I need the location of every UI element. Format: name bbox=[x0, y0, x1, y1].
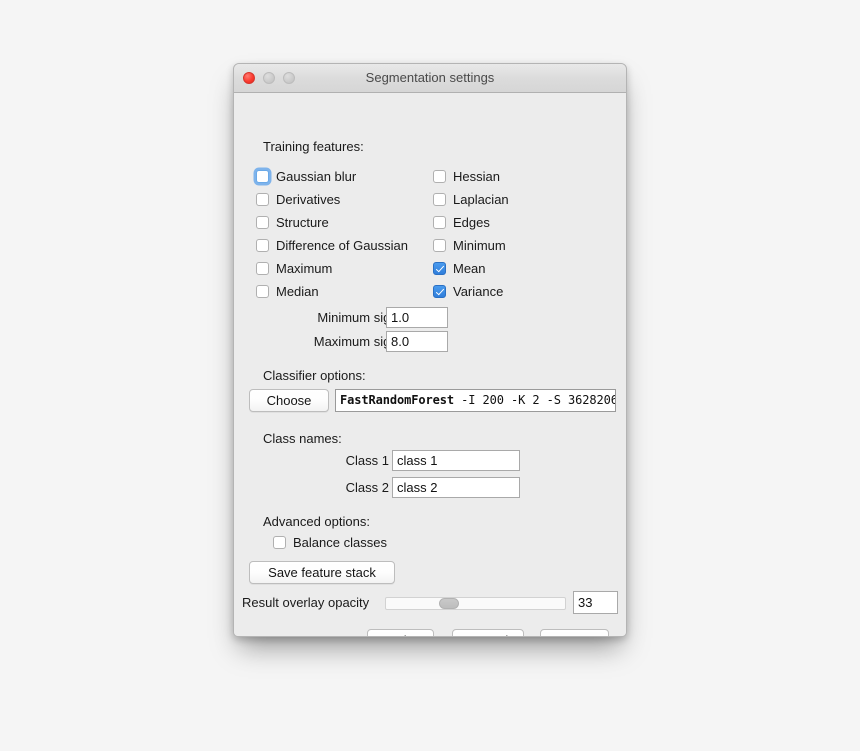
checkbox-structure-label: Structure bbox=[276, 215, 329, 230]
checkbox-laplacian[interactable]: Laplacian bbox=[433, 192, 509, 207]
maximum-sigma-input[interactable]: 8.0 bbox=[386, 331, 448, 352]
checkbox-edges-label: Edges bbox=[453, 215, 490, 230]
opacity-slider-thumb[interactable] bbox=[439, 598, 459, 609]
checkbox-balance-classes[interactable]: Balance classes bbox=[273, 535, 387, 550]
checkbox-hessian-label: Hessian bbox=[453, 169, 500, 184]
checkbox-hessian-box[interactable] bbox=[433, 170, 446, 183]
window-title: Segmentation settings bbox=[365, 70, 495, 85]
checkbox-gaussian-blur-label: Gaussian blur bbox=[276, 169, 357, 184]
checkbox-mean-label: Mean bbox=[453, 261, 486, 276]
checkbox-mean[interactable]: Mean bbox=[433, 261, 486, 276]
class-1-label: Class 1 bbox=[345, 453, 389, 468]
checkbox-derivatives-box[interactable] bbox=[256, 193, 269, 206]
checkbox-maximum-label: Maximum bbox=[276, 261, 333, 276]
checkbox-laplacian-label: Laplacian bbox=[453, 192, 509, 207]
choose-classifier-button[interactable]: Choose bbox=[249, 389, 329, 412]
checkbox-minimum[interactable]: Minimum bbox=[433, 238, 506, 253]
classifier-name: FastRandomForest bbox=[340, 393, 454, 407]
checkbox-minimum-box[interactable] bbox=[433, 239, 446, 252]
class-2-label: Class 2 bbox=[345, 480, 389, 495]
checkbox-maximum[interactable]: Maximum bbox=[256, 261, 332, 276]
segmentation-settings-dialog: Segmentation settings Training features:… bbox=[233, 63, 627, 637]
checkbox-laplacian-box[interactable] bbox=[433, 193, 446, 206]
help-button[interactable]: Help bbox=[367, 629, 434, 636]
ok-button[interactable]: OK bbox=[540, 629, 609, 636]
checkbox-variance-box[interactable] bbox=[433, 285, 446, 298]
checkbox-gaussian-blur-box[interactable] bbox=[256, 170, 269, 183]
checkbox-difference-of-gaussian[interactable]: Difference of Gaussian bbox=[256, 238, 408, 253]
classifier-options-input[interactable]: FastRandomForest -I 200 -K 2 -S 3628206 bbox=[335, 389, 616, 412]
classifier-args: -I 200 -K 2 -S 3628206 bbox=[454, 393, 616, 407]
checkbox-median-label: Median bbox=[276, 284, 319, 299]
checkbox-gaussian-blur[interactable]: Gaussian blur bbox=[256, 169, 356, 184]
class-2-input[interactable]: class 2 bbox=[392, 477, 520, 498]
save-feature-stack-button[interactable]: Save feature stack bbox=[249, 561, 395, 584]
checkbox-structure[interactable]: Structure bbox=[256, 215, 329, 230]
result-overlay-opacity-label: Result overlay opacity bbox=[242, 595, 370, 610]
checkbox-structure-box[interactable] bbox=[256, 216, 269, 229]
checkbox-derivatives-label: Derivatives bbox=[276, 192, 341, 207]
opacity-value-input[interactable]: 33 bbox=[573, 591, 618, 614]
opacity-slider-track[interactable] bbox=[385, 597, 566, 610]
checkbox-median[interactable]: Median bbox=[256, 284, 319, 299]
checkbox-balance-classes-box[interactable] bbox=[273, 536, 286, 549]
checkbox-mean-box[interactable] bbox=[433, 262, 446, 275]
checkbox-derivatives[interactable]: Derivatives bbox=[256, 192, 340, 207]
checkbox-edges-box[interactable] bbox=[433, 216, 446, 229]
screen: Segmentation settings Training features:… bbox=[0, 0, 860, 751]
training-features-heading: Training features: bbox=[263, 139, 364, 154]
dialog-content: Training features: Gaussian blur Derivat… bbox=[234, 93, 626, 636]
checkbox-median-box[interactable] bbox=[256, 285, 269, 298]
checkbox-maximum-box[interactable] bbox=[256, 262, 269, 275]
class-1-input[interactable]: class 1 bbox=[392, 450, 520, 471]
checkbox-difference-of-gaussian-label: Difference of Gaussian bbox=[276, 238, 408, 253]
checkbox-minimum-label: Minimum bbox=[453, 238, 506, 253]
cancel-button[interactable]: Cancel bbox=[452, 629, 524, 636]
window-titlebar[interactable]: Segmentation settings bbox=[234, 64, 626, 93]
minimum-sigma-input[interactable]: 1.0 bbox=[386, 307, 448, 328]
advanced-options-heading: Advanced options: bbox=[263, 514, 370, 529]
checkbox-balance-classes-label: Balance classes bbox=[293, 535, 387, 550]
checkbox-hessian[interactable]: Hessian bbox=[433, 169, 500, 184]
checkbox-variance-label: Variance bbox=[453, 284, 504, 299]
checkbox-difference-of-gaussian-box[interactable] bbox=[256, 239, 269, 252]
classifier-options-heading: Classifier options: bbox=[263, 368, 366, 383]
class-names-heading: Class names: bbox=[263, 431, 342, 446]
checkbox-variance[interactable]: Variance bbox=[433, 284, 503, 299]
checkbox-edges[interactable]: Edges bbox=[433, 215, 490, 230]
